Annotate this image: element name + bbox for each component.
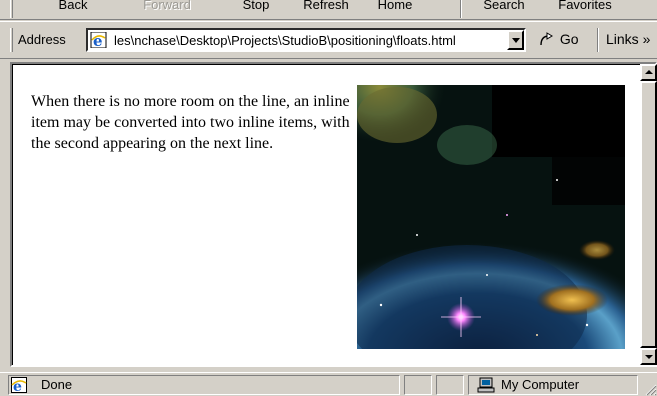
resize-grip-icon[interactable] bbox=[643, 382, 657, 396]
address-bar-grip[interactable] bbox=[10, 28, 13, 52]
scroll-up-button[interactable] bbox=[640, 64, 657, 81]
links-button[interactable]: Links » bbox=[606, 31, 650, 47]
standard-toolbar: Back Forward Stop Refresh Home Search Fa… bbox=[0, 0, 657, 20]
address-url: les\nchase\Desktop\Projects\StudioB\posi… bbox=[114, 33, 456, 48]
status-pane-security bbox=[436, 375, 464, 395]
page-content: When there is no more room on the line, … bbox=[12, 64, 640, 365]
forward-button[interactable]: Forward bbox=[132, 0, 202, 15]
ie-page-icon: e bbox=[90, 32, 107, 48]
scroll-down-button[interactable] bbox=[640, 348, 657, 365]
browser-viewport: When there is no more room on the line, … bbox=[10, 62, 657, 367]
refresh-button[interactable]: Refresh bbox=[296, 0, 356, 15]
computer-icon bbox=[477, 377, 495, 393]
go-button[interactable]: Go bbox=[538, 31, 579, 51]
toolbar-separator bbox=[460, 0, 462, 18]
address-label: Address bbox=[18, 32, 66, 47]
address-separator bbox=[597, 28, 599, 52]
home-button[interactable]: Home bbox=[370, 0, 420, 15]
address-dropdown-button[interactable] bbox=[507, 30, 524, 50]
page-paragraph: When there is no more room on the line, … bbox=[31, 93, 350, 152]
status-text: Done bbox=[41, 377, 73, 392]
status-pane-zone: My Computer bbox=[468, 375, 638, 395]
status-pane-main: e Done bbox=[8, 375, 400, 395]
address-input[interactable]: e les\nchase\Desktop\Projects\StudioB\po… bbox=[86, 28, 526, 52]
zone-text: My Computer bbox=[501, 377, 580, 392]
vertical-scrollbar[interactable] bbox=[640, 64, 657, 365]
favorites-button[interactable]: Favorites bbox=[550, 0, 620, 15]
back-button[interactable]: Back bbox=[48, 0, 98, 15]
toolbar-grip[interactable] bbox=[10, 0, 13, 18]
address-bar: Address e les\nchase\Desktop\Projects\St… bbox=[0, 21, 657, 59]
status-pane-progress bbox=[404, 375, 432, 395]
search-button[interactable]: Search bbox=[476, 0, 532, 15]
nebula-image bbox=[357, 85, 625, 349]
status-bar: e Done My Computer bbox=[0, 372, 657, 396]
ie-page-icon: e bbox=[11, 377, 27, 393]
go-label: Go bbox=[559, 31, 579, 47]
scrollbar-thumb[interactable] bbox=[640, 81, 657, 348]
stop-button[interactable]: Stop bbox=[236, 0, 276, 15]
svg-text:e: e bbox=[93, 32, 103, 48]
go-arrow-icon bbox=[540, 32, 553, 46]
